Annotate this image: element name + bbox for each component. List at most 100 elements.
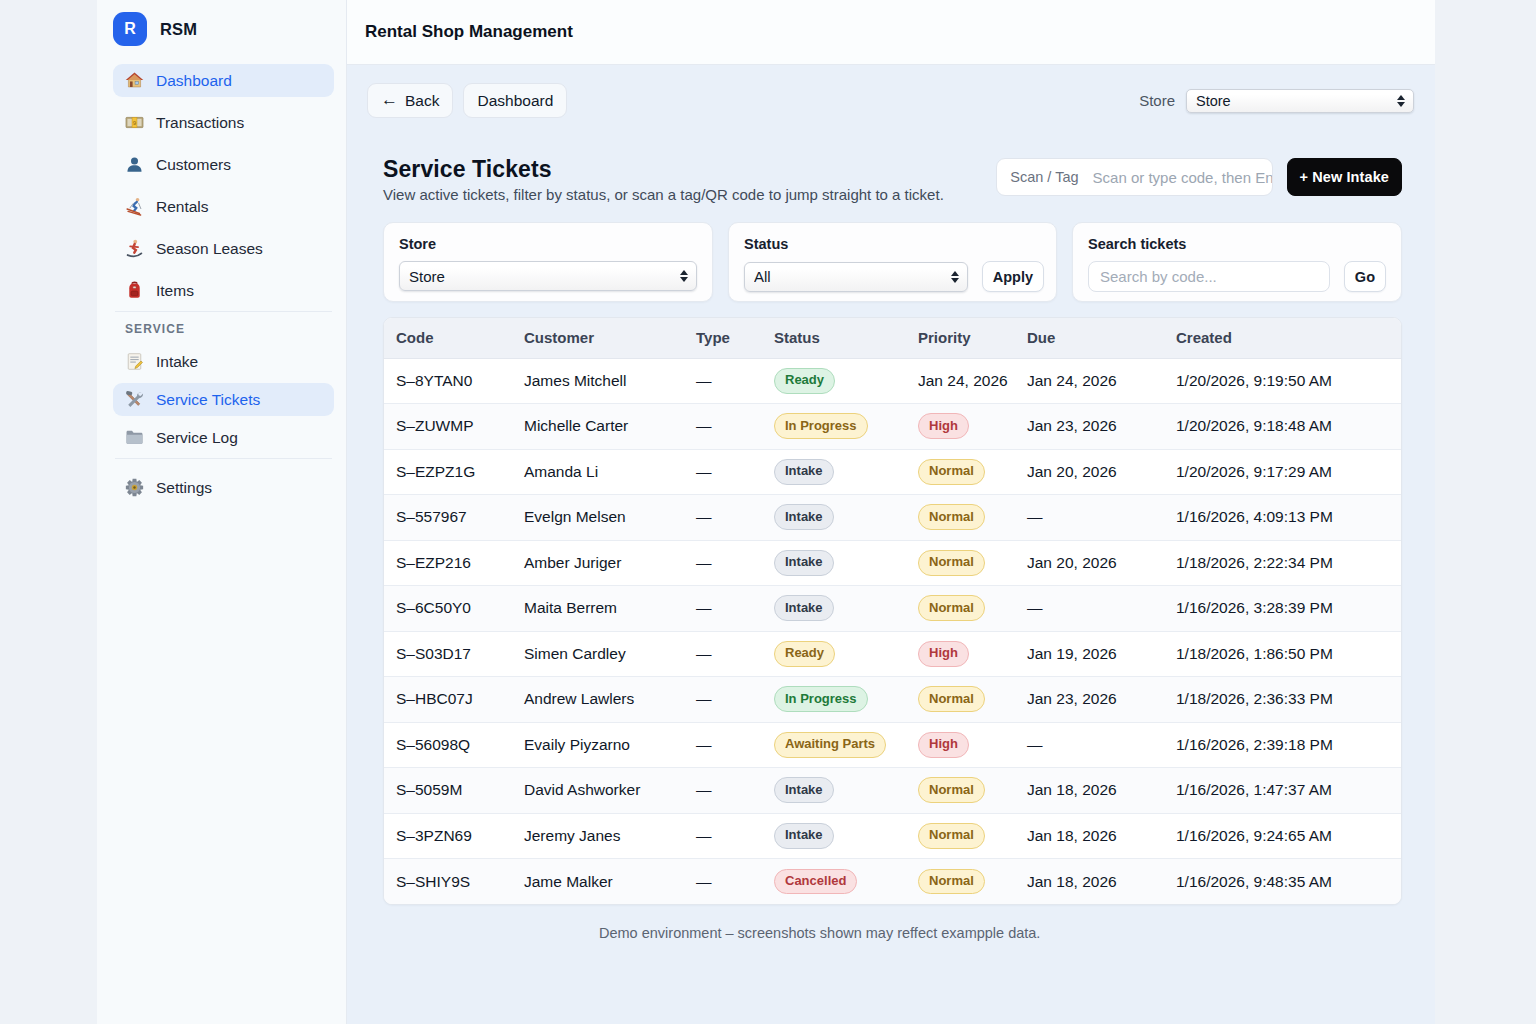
sidebar-item-season-leases[interactable]: Season Leases [113, 232, 334, 265]
status-filter-select[interactable]: All [744, 262, 968, 292]
tickets-table-card: CodeCustomerTypeStatusPriorityDueCreated… [383, 317, 1402, 905]
code-cell: S–6C50Y0 [384, 586, 512, 632]
sidebar-item-dashboard[interactable]: Dashboard [113, 64, 334, 97]
status-badge: In Progress [774, 686, 868, 712]
sidebar-item-customers[interactable]: Customers [113, 148, 334, 181]
created-cell: 1/20/2026, 9:19:50 AM [1164, 358, 1401, 404]
section-header-actions: Scan / Tag + New Intake [996, 158, 1402, 196]
ticket-row[interactable]: S–6C50Y0Maita Berrem—IntakeNormal—1/16/2… [384, 586, 1401, 632]
priority-cell: Normal [906, 449, 1015, 495]
status-cell: Intake [762, 495, 906, 541]
ticket-row[interactable]: S–EZP216Amber Juriger—IntakeNormalJan 20… [384, 540, 1401, 586]
sidebar-item-service-log[interactable]: Service Log [113, 421, 334, 454]
app-title: Rental Shop Management [365, 22, 573, 42]
type-cell: — [684, 768, 762, 814]
due-cell: Jan 20, 2026 [1015, 449, 1164, 495]
search-input[interactable] [1088, 261, 1330, 292]
sidebar-divider [115, 458, 332, 459]
ticket-row[interactable]: S–S03D17Simen Cardley—ReadyHighJan 19, 2… [384, 631, 1401, 677]
created-cell: 1/16/2026, 4:09:13 PM [1164, 495, 1401, 541]
sidebar-item-items[interactable]: Items [113, 274, 334, 307]
ticket-row[interactable]: S–3PZN69Jeremy Janes—IntakeNormalJan 18,… [384, 813, 1401, 859]
priority-badge: High [918, 413, 969, 439]
due-cell: Jan 18, 2026 [1015, 859, 1164, 905]
ticket-row[interactable]: S–SHIY9SJame Malker—CancelledNormalJan 1… [384, 859, 1401, 905]
store-select[interactable]: Store [1186, 89, 1414, 113]
sidebar: R RSM Dashboard 9Transactions Customers Ren… [97, 0, 347, 1024]
store-filter-card: Store Store [383, 222, 713, 302]
customer-cell: Evaily Piyzarno [512, 722, 684, 768]
gear-icon [124, 478, 144, 498]
status-cell: Ready [762, 358, 906, 404]
toolbar-store: Store Store [1139, 89, 1414, 113]
type-cell: — [684, 677, 762, 723]
priority-cell: Normal [906, 768, 1015, 814]
created-cell: 1/18/2026, 1:86:50 PM [1164, 631, 1401, 677]
ticket-row[interactable]: S–5059MDavid Ashworker—IntakeNormalJan 1… [384, 768, 1401, 814]
priority-badge: Normal [918, 595, 985, 621]
type-cell: — [684, 859, 762, 905]
column-header-due: Due [1015, 318, 1164, 358]
customer-cell: Evelgn Melsen [512, 495, 684, 541]
type-cell: — [684, 722, 762, 768]
ticket-row[interactable]: S–8YTAN0James Mitchell—ReadyJan 24, 2026… [384, 358, 1401, 404]
sidebar-item-transactions[interactable]: 9Transactions [113, 106, 334, 139]
sidebar-item-service-tickets[interactable]: Service Tickets [113, 383, 334, 416]
topbar: Rental Shop Management [347, 0, 1435, 65]
back-button[interactable]: ←Back [367, 83, 453, 118]
new-intake-button[interactable]: + New Intake [1287, 158, 1402, 196]
status-cell: Intake [762, 813, 906, 859]
apply-button[interactable]: Apply [982, 261, 1044, 292]
brand: R RSM [113, 12, 334, 64]
priority-badge: High [918, 732, 969, 758]
code-cell: S–3PZN69 [384, 813, 512, 859]
priority-cell: Jan 24, 2026 [906, 358, 1015, 404]
ticket-row[interactable]: S–HBC07JAndrew Lawlers—In ProgressNormal… [384, 677, 1401, 723]
sidebar-item-label: Service Log [156, 429, 238, 447]
ticket-row[interactable]: S–EZPZ1GAmanda Li—IntakeNormalJan 20, 20… [384, 449, 1401, 495]
sidebar-item-settings[interactable]: Settings [113, 471, 334, 504]
ticket-row[interactable]: S–557967Evelgn Melsen—IntakeNormal—1/16/… [384, 495, 1401, 541]
banknote-icon: 9 [124, 113, 144, 133]
search-label: Search tickets [1088, 236, 1386, 252]
code-cell: S–EZPZ1G [384, 449, 512, 495]
tools-icon [124, 390, 144, 410]
go-button[interactable]: Go [1344, 261, 1386, 292]
brand-name: RSM [160, 20, 197, 39]
priority-cell: Normal [906, 859, 1015, 905]
column-header-priority: Priority [906, 318, 1015, 358]
status-badge: Cancelled [774, 869, 857, 895]
status-cell: Ready [762, 631, 906, 677]
sidebar-item-intake[interactable]: Intake [113, 345, 334, 378]
store-filter-select[interactable]: Store [399, 261, 697, 291]
priority-cell: Normal [906, 813, 1015, 859]
due-cell: Jan 24, 2026 [1015, 358, 1164, 404]
type-cell: — [684, 813, 762, 859]
type-cell: — [684, 631, 762, 677]
status-badge: In Progress [774, 413, 868, 439]
scan-tag-input[interactable] [1079, 159, 1272, 195]
customer-cell: Jame Malker [512, 859, 684, 905]
sidebar-nav-footer: Settings [113, 471, 334, 504]
created-cell: 1/18/2026, 2:22:34 PM [1164, 540, 1401, 586]
column-header-type: Type [684, 318, 762, 358]
due-cell: Jan 18, 2026 [1015, 813, 1164, 859]
priority-cell: Normal [906, 677, 1015, 723]
priority-badge: Normal [918, 459, 985, 485]
ticket-row[interactable]: S–56098QEvaily Piyzarno—Awaiting PartsHi… [384, 722, 1401, 768]
status-filter-select-wrap: All [744, 262, 968, 292]
priority-cell: Normal [906, 586, 1015, 632]
status-badge: Ready [774, 641, 835, 667]
dashboard-button[interactable]: Dashboard [463, 83, 567, 118]
code-cell: S–557967 [384, 495, 512, 541]
status-cell: Intake [762, 586, 906, 632]
table-header-row: CodeCustomerTypeStatusPriorityDueCreated [384, 318, 1401, 358]
customer-cell: Andrew Lawlers [512, 677, 684, 723]
created-cell: 1/16/2026, 9:24:65 AM [1164, 813, 1401, 859]
type-cell: — [684, 586, 762, 632]
column-header-code: Code [384, 318, 512, 358]
store-label: Store [1139, 92, 1175, 109]
sidebar-item-rentals[interactable]: Rentals [113, 190, 334, 223]
ticket-row[interactable]: S–ZUWMPMichelle Carter—In ProgressHighJa… [384, 404, 1401, 450]
priority-badge: Normal [918, 504, 985, 530]
